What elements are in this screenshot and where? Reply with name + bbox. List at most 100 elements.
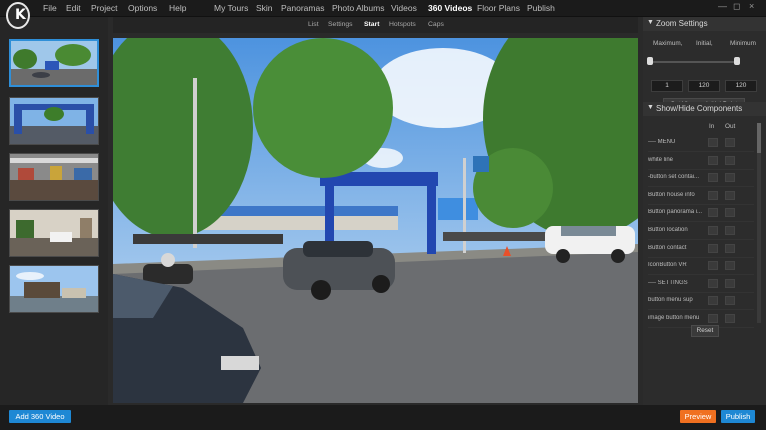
subtab-bar: List Settings Start Hotspots Caps — [113, 17, 638, 33]
menu-publish[interactable]: Publish — [527, 3, 555, 13]
menu-panoramas[interactable]: Panoramas — [281, 3, 324, 13]
component-out-checkbox[interactable] — [725, 296, 735, 306]
zoom-max-input[interactable]: 1 — [651, 80, 683, 92]
component-in-checkbox[interactable] — [708, 138, 718, 147]
component-out-checkbox[interactable] — [725, 208, 735, 218]
menu-skin[interactable]: Skin — [256, 3, 273, 13]
thumbnail-image — [11, 41, 97, 85]
components-title: Show/Hide Components — [656, 104, 743, 113]
video-thumbnail[interactable] — [9, 209, 99, 257]
menu-file[interactable]: File — [43, 3, 57, 13]
col-out-header: Out — [725, 123, 736, 130]
component-row: Button location — [648, 222, 754, 240]
component-name: button menu sup — [648, 297, 693, 304]
menu-videos[interactable]: Videos — [391, 3, 417, 13]
component-row: white line — [648, 152, 754, 170]
component-out-checkbox[interactable] — [725, 278, 735, 288]
component-name: image button menu — [648, 315, 700, 321]
zoom-initial-input[interactable]: 120 — [688, 80, 720, 92]
component-in-checkbox[interactable] — [708, 208, 718, 218]
zoom-slider-handle-max[interactable] — [647, 57, 653, 65]
component-out-checkbox[interactable] — [725, 243, 735, 253]
component-out-checkbox[interactable] — [725, 155, 735, 165]
app-logo: K — [6, 2, 30, 29]
zoom-min-input[interactable]: 120 — [725, 80, 757, 92]
menu-360-videos[interactable]: 360 Videos — [428, 3, 472, 13]
zoom-max-label: Maximum, — [653, 40, 683, 47]
menu-options[interactable]: Options — [128, 3, 157, 13]
component-row: Button house info — [648, 187, 754, 205]
minimize-icon[interactable]: — — [718, 1, 727, 11]
component-in-checkbox[interactable] — [708, 243, 718, 253]
component-out-checkbox[interactable] — [725, 314, 735, 323]
components-scrollbar[interactable] — [757, 123, 761, 323]
component-in-checkbox[interactable] — [708, 314, 718, 323]
video-thumbnail[interactable] — [9, 97, 99, 145]
thumbnail-image — [10, 98, 98, 144]
collapse-caret-icon[interactable]: ▼ — [647, 104, 654, 111]
component-in-checkbox[interactable] — [708, 173, 718, 183]
component-name: Button panorama i... — [648, 209, 702, 216]
scrollbar-thumb[interactable] — [757, 123, 761, 153]
maximize-icon[interactable]: ◻ — [733, 1, 740, 12]
thumbnail-image — [10, 210, 98, 256]
add-360-video-button[interactable]: Add 360 Video — [9, 410, 71, 423]
component-name: IconButton VR — [648, 262, 687, 269]
component-name: -button set contai... — [648, 174, 700, 181]
properties-panel: ▼ Zoom Settings Maximum, Initial, Minimu… — [643, 17, 766, 405]
panorama-viewer[interactable] — [113, 38, 638, 403]
collapse-caret-icon[interactable]: ▼ — [647, 19, 654, 26]
component-name: white line — [648, 156, 674, 163]
component-in-checkbox[interactable] — [708, 261, 718, 271]
component-name: ---- SETTINGS — [648, 279, 688, 286]
thumbnail-image — [10, 154, 98, 200]
zoom-min-label: Minimum — [730, 40, 756, 47]
video-thumbnail[interactable] — [9, 39, 99, 87]
video-list-panel — [0, 17, 108, 405]
tab-list[interactable]: List — [308, 21, 319, 28]
zoom-settings-title: Zoom Settings — [656, 19, 708, 28]
menu-bar: File Edit Project Options Help My Tours … — [0, 0, 766, 17]
bottom-toolbar: Add 360 Video Preview Publish — [0, 405, 766, 430]
close-icon[interactable]: × — [749, 1, 754, 11]
tab-hotspots[interactable]: Hotspots — [389, 21, 416, 28]
tab-caps[interactable]: Caps — [428, 21, 444, 28]
zoom-slider-track[interactable] — [650, 61, 738, 63]
menu-floor-plans[interactable]: Floor Plans — [477, 3, 520, 13]
panorama-scene — [113, 38, 638, 403]
menu-help[interactable]: Help — [169, 3, 186, 13]
zoom-settings-header[interactable]: ▼ Zoom Settings — [643, 17, 766, 31]
menu-my-tours[interactable]: My Tours — [214, 3, 248, 13]
component-row: IconButton VR — [648, 257, 754, 276]
component-row: Button contact — [648, 240, 754, 258]
video-thumbnail[interactable] — [9, 265, 99, 313]
component-name: ---- MENU — [648, 139, 676, 145]
component-out-checkbox[interactable] — [725, 261, 735, 271]
component-out-checkbox[interactable] — [725, 190, 735, 200]
publish-button[interactable]: Publish — [721, 410, 755, 423]
video-thumbnail[interactable] — [9, 153, 99, 201]
component-out-checkbox[interactable] — [725, 138, 735, 147]
component-name: Button house info — [648, 191, 695, 198]
menu-edit[interactable]: Edit — [66, 3, 81, 13]
preview-button[interactable]: Preview — [680, 410, 716, 423]
component-in-checkbox[interactable] — [708, 278, 718, 288]
component-out-checkbox[interactable] — [725, 226, 735, 235]
component-in-checkbox[interactable] — [708, 190, 718, 200]
reset-button[interactable]: Reset — [691, 325, 719, 337]
menu-project[interactable]: Project — [91, 3, 117, 13]
component-in-checkbox[interactable] — [708, 155, 718, 165]
component-in-checkbox[interactable] — [708, 296, 718, 306]
components-header[interactable]: ▼ Show/Hide Components — [643, 102, 766, 116]
menu-photo-albums[interactable]: Photo Albums — [332, 3, 384, 13]
logo-k-icon: K — [15, 7, 26, 23]
thumbnail-image — [10, 266, 98, 312]
tab-settings[interactable]: Settings — [328, 21, 353, 28]
zoom-initial-label: Initial, — [696, 40, 713, 47]
tab-start[interactable]: Start — [364, 21, 380, 28]
component-in-checkbox[interactable] — [708, 226, 718, 235]
zoom-slider-handle-min[interactable] — [734, 57, 740, 65]
component-row: button menu sup — [648, 292, 754, 311]
component-out-checkbox[interactable] — [725, 173, 735, 183]
component-row: ---- MENU — [648, 134, 754, 152]
